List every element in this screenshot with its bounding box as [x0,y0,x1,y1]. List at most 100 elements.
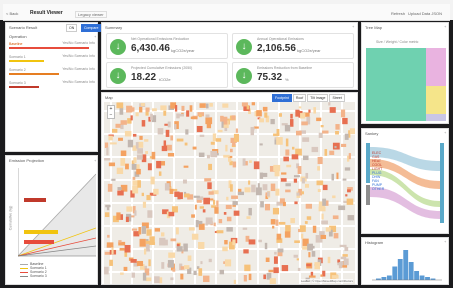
building-footprint[interactable] [233,133,239,142]
building-footprint[interactable] [220,115,224,122]
building-footprint[interactable] [246,216,251,219]
building-footprint[interactable] [106,205,110,211]
building-footprint[interactable] [342,178,347,181]
building-footprint[interactable] [168,211,175,217]
building-footprint[interactable] [167,260,174,268]
building-footprint[interactable] [130,115,133,121]
building-footprint[interactable] [219,269,225,275]
tab-compare[interactable]: Compare [81,24,102,32]
building-footprint[interactable] [209,103,213,107]
building-footprint[interactable] [176,138,184,142]
building-footprint[interactable] [338,262,343,269]
building-footprint[interactable] [108,135,113,141]
building-footprint[interactable] [232,161,237,168]
building-footprint[interactable] [320,234,327,240]
building-footprint[interactable] [232,201,238,206]
building-footprint[interactable] [329,107,336,113]
building-footprint[interactable] [135,112,139,117]
building-footprint[interactable] [262,106,268,112]
building-footprint[interactable] [170,135,174,141]
building-footprint[interactable] [124,131,132,137]
building-footprint[interactable] [139,135,143,140]
building-footprint[interactable] [215,138,222,142]
building-footprint[interactable] [199,114,202,118]
building-footprint[interactable] [248,273,252,281]
building-footprint[interactable] [270,219,276,225]
building-footprint[interactable] [176,246,183,252]
building-footprint[interactable] [333,233,339,239]
legacy-viewer-button[interactable]: Legacy viewer [75,11,107,18]
building-footprint[interactable] [259,143,263,146]
tilt-image-button[interactable]: Tilt Image [307,94,329,102]
building-footprint[interactable] [104,158,111,161]
building-footprint[interactable] [104,212,110,218]
building-footprint[interactable] [192,146,197,150]
building-footprint[interactable] [320,125,324,128]
building-footprint[interactable] [154,276,160,283]
building-footprint[interactable] [243,274,247,282]
building-footprint[interactable] [202,209,206,213]
building-footprint[interactable] [142,201,147,208]
building-footprint[interactable] [259,118,265,123]
building-footprint[interactable] [223,154,230,158]
building-footprint[interactable] [301,121,308,126]
building-footprint[interactable] [248,207,252,216]
building-footprint[interactable] [347,189,351,193]
building-footprint[interactable] [317,156,323,165]
building-footprint[interactable] [317,166,321,171]
building-footprint[interactable] [164,183,170,191]
building-footprint[interactable] [285,183,291,187]
building-footprint[interactable] [151,151,156,160]
building-footprint[interactable] [157,128,164,135]
building-footprint[interactable] [148,259,151,267]
building-footprint[interactable] [183,265,190,270]
building-footprint[interactable] [334,145,337,149]
building-footprint[interactable] [272,225,275,229]
building-footprint[interactable] [344,133,349,140]
building-footprint[interactable] [270,183,276,192]
building-footprint[interactable] [225,204,232,210]
building-footprint[interactable] [135,142,139,149]
building-footprint[interactable] [150,176,155,185]
building-footprint[interactable] [290,119,294,127]
building-footprint[interactable] [104,142,109,149]
building-footprint[interactable] [183,165,189,168]
building-footprint[interactable] [335,130,339,135]
building-footprint[interactable] [191,233,199,240]
building-footprint[interactable] [246,105,250,110]
building-footprint[interactable] [317,188,321,193]
building-footprint[interactable] [308,275,316,278]
building-footprint[interactable] [167,152,175,157]
building-footprint[interactable] [205,217,213,225]
building-footprint[interactable] [163,140,167,149]
building-footprint[interactable] [147,163,152,171]
building-footprint[interactable] [132,185,139,194]
building-footprint[interactable] [295,130,302,136]
building-footprint[interactable] [277,248,284,253]
building-footprint[interactable] [232,239,236,246]
building-footprint[interactable] [136,260,144,266]
building-footprint[interactable] [296,258,299,261]
building-footprint[interactable] [272,207,280,215]
building-footprint[interactable] [160,105,167,111]
building-footprint[interactable] [226,196,229,201]
building-footprint[interactable] [328,102,331,106]
tab-on[interactable]: ON [66,24,78,32]
building-footprint[interactable] [341,143,347,147]
building-footprint[interactable] [294,201,298,205]
building-footprint[interactable] [308,252,311,258]
building-footprint[interactable] [154,228,161,232]
list-item[interactable]: Scenario 2 Yes/No Scenario Info [9,67,95,80]
building-footprint[interactable] [342,117,348,125]
list-item[interactable]: Scenario 3 Yes/No Scenario Info [9,80,95,93]
building-footprint[interactable] [206,124,212,129]
building-footprint[interactable] [321,213,324,220]
building-footprint[interactable] [298,106,302,109]
building-footprint[interactable] [308,109,311,113]
building-footprint[interactable] [316,180,324,186]
building-footprint[interactable] [165,129,170,137]
building-footprint[interactable] [212,133,217,142]
building-footprint[interactable] [145,107,150,112]
building-footprint[interactable] [132,180,138,186]
building-footprint[interactable] [242,227,248,230]
